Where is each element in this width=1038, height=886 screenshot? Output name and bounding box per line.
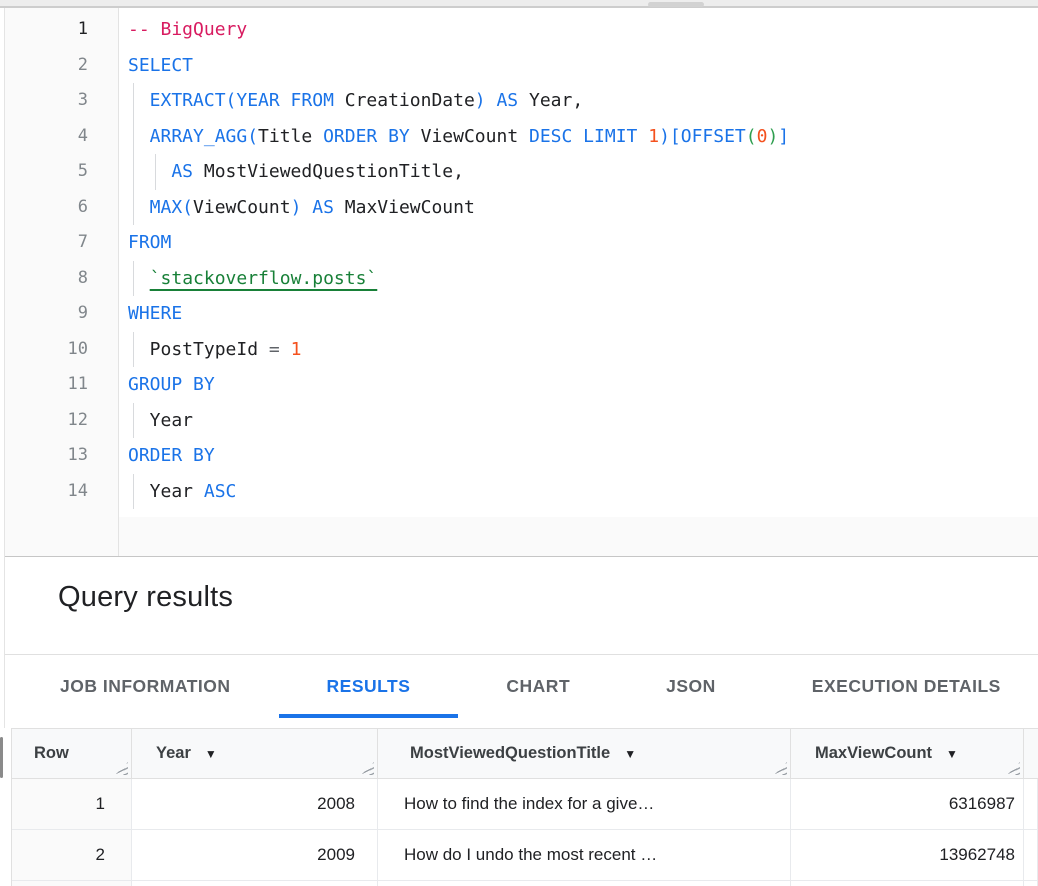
code-line-13[interactable]: ORDER BY	[128, 438, 1038, 474]
column-header-year[interactable]: Year ▼	[132, 729, 378, 778]
column-label: MaxViewCount	[815, 744, 932, 763]
line-number-3: 3	[5, 83, 118, 119]
cell[interactable]: 13962748	[791, 830, 1024, 881]
indent-guide	[133, 332, 134, 368]
code-line-4[interactable]: ARRAY_AGG(Title ORDER BY ViewCount DESC …	[128, 119, 1038, 155]
sort-dropdown-icon[interactable]: ▼	[946, 747, 958, 761]
column-header-mostviewedquestiontitle[interactable]: MostViewedQuestionTitle ▼	[378, 729, 791, 778]
horizontal-scrollbar[interactable]	[0, 0, 1038, 8]
cell[interactable]: 6316987	[791, 779, 1024, 830]
code-area[interactable]: -- BigQuerySELECT EXTRACT(YEAR FROM Crea…	[119, 8, 1038, 517]
column-resize-handle-icon[interactable]	[361, 762, 374, 775]
cell[interactable]: How to find the index for a give…	[378, 779, 791, 830]
tab-json[interactable]: JSON	[618, 655, 764, 728]
cell	[378, 881, 791, 886]
code-line-9[interactable]: WHERE	[128, 296, 1038, 332]
line-number-2: 2	[5, 48, 118, 84]
cell[interactable]: 1	[12, 779, 132, 830]
code-line-6[interactable]: MAX(ViewCount) AS MaxViewCount	[128, 190, 1038, 226]
indent-guide	[133, 261, 134, 297]
line-number-6: 6	[5, 190, 118, 226]
line-number-4: 4	[5, 119, 118, 155]
gutter: 1234567891011121314	[5, 8, 118, 509]
table-row-partial	[12, 881, 1038, 886]
line-number-14: 14	[5, 474, 118, 510]
cell[interactable]: 2	[12, 830, 132, 881]
code-line-1[interactable]: -- BigQuery	[128, 12, 1038, 48]
vertical-scrollbar-thumb[interactable]	[0, 737, 3, 778]
sort-dropdown-icon[interactable]: ▼	[205, 747, 217, 761]
tab-label: JSON	[666, 676, 716, 697]
column-label: Year	[156, 744, 191, 763]
cell[interactable]: 2008	[132, 779, 378, 830]
column-header-row[interactable]: Row	[12, 729, 132, 778]
column-resize-handle-icon[interactable]	[774, 762, 787, 775]
tab-execution-details[interactable]: EXECUTION DETAILS	[764, 655, 1038, 728]
table-row-1[interactable]: 12008How to find the index for a give…63…	[12, 779, 1038, 830]
bigquery-console: 1234567891011121314 -- BigQuerySELECT EX…	[0, 0, 1038, 886]
horizontal-scrollbar-thumb[interactable]	[648, 2, 704, 7]
cell-filler	[1024, 779, 1038, 830]
cell[interactable]: 2009	[132, 830, 378, 881]
results-tab-bar: JOB INFORMATION RESULTS CHART JSON EXECUTION…	[5, 655, 1038, 728]
code-line-11[interactable]: GROUP BY	[128, 367, 1038, 403]
line-number-12: 12	[5, 403, 118, 439]
tab-label: JOB INFORMATION	[60, 676, 231, 697]
line-number-7: 7	[5, 225, 118, 261]
indent-guide	[133, 154, 134, 190]
column-resize-handle-icon[interactable]	[115, 762, 128, 775]
line-number-8: 8	[5, 261, 118, 297]
line-number-13: 13	[5, 438, 118, 474]
column-label: MostViewedQuestionTitle	[410, 744, 610, 763]
code-line-8[interactable]: `stackoverflow.posts`	[128, 261, 1038, 297]
table-header-row: RowYear▼MostViewedQuestionTitle▼MaxViewC…	[12, 729, 1038, 779]
code-line-7[interactable]: FROM	[128, 225, 1038, 261]
table-row-2[interactable]: 22009How do I undo the most recent …1396…	[12, 830, 1038, 881]
cell	[12, 881, 132, 886]
indent-guide	[133, 474, 134, 510]
column-label: Row	[34, 744, 69, 763]
cell	[791, 881, 1024, 886]
tab-label: RESULTS	[327, 676, 411, 697]
tab-results[interactable]: RESULTS	[279, 655, 459, 728]
code-line-5[interactable]: AS MostViewedQuestionTitle,	[128, 154, 1038, 190]
code-line-12[interactable]: Year	[128, 403, 1038, 439]
tab-label: EXECUTION DETAILS	[812, 676, 1001, 697]
query-results-header: Query results	[5, 557, 1038, 654]
column-header-filler	[1024, 729, 1038, 778]
table-body: 12008How to find the index for a give…63…	[12, 779, 1038, 886]
indent-guide	[133, 403, 134, 439]
page-title: Query results	[58, 581, 233, 614]
code-line-14[interactable]: Year ASC	[128, 474, 1038, 510]
code-line-10[interactable]: PostTypeId = 1	[128, 332, 1038, 368]
column-header-maxviewcount[interactable]: MaxViewCount ▼	[791, 729, 1024, 778]
indent-guide	[133, 83, 134, 119]
tab-chart[interactable]: CHART	[458, 655, 618, 728]
line-number-5: 5	[5, 154, 118, 190]
cell	[132, 881, 378, 886]
sort-dropdown-icon[interactable]: ▼	[624, 747, 636, 761]
sql-editor[interactable]: 1234567891011121314 -- BigQuerySELECT EX…	[5, 8, 1038, 557]
line-number-11: 11	[5, 367, 118, 403]
results-table: RowYear▼MostViewedQuestionTitle▼MaxViewC…	[11, 728, 1038, 886]
indent-guide	[133, 119, 134, 155]
cell[interactable]: How do I undo the most recent …	[378, 830, 791, 881]
tab-label: CHART	[506, 676, 570, 697]
code-line-3[interactable]: EXTRACT(YEAR FROM CreationDate) AS Year,	[128, 83, 1038, 119]
cell	[1024, 881, 1038, 886]
line-number-1: 1	[5, 12, 118, 48]
column-resize-handle-icon[interactable]	[1007, 762, 1020, 775]
cell-filler	[1024, 830, 1038, 881]
active-tab-underline	[279, 714, 459, 718]
indent-guide	[155, 154, 156, 190]
tab-job-information[interactable]: JOB INFORMATION	[12, 655, 279, 728]
code-line-2[interactable]: SELECT	[128, 48, 1038, 84]
line-number-10: 10	[5, 332, 118, 368]
line-number-9: 9	[5, 296, 118, 332]
indent-guide	[133, 190, 134, 226]
